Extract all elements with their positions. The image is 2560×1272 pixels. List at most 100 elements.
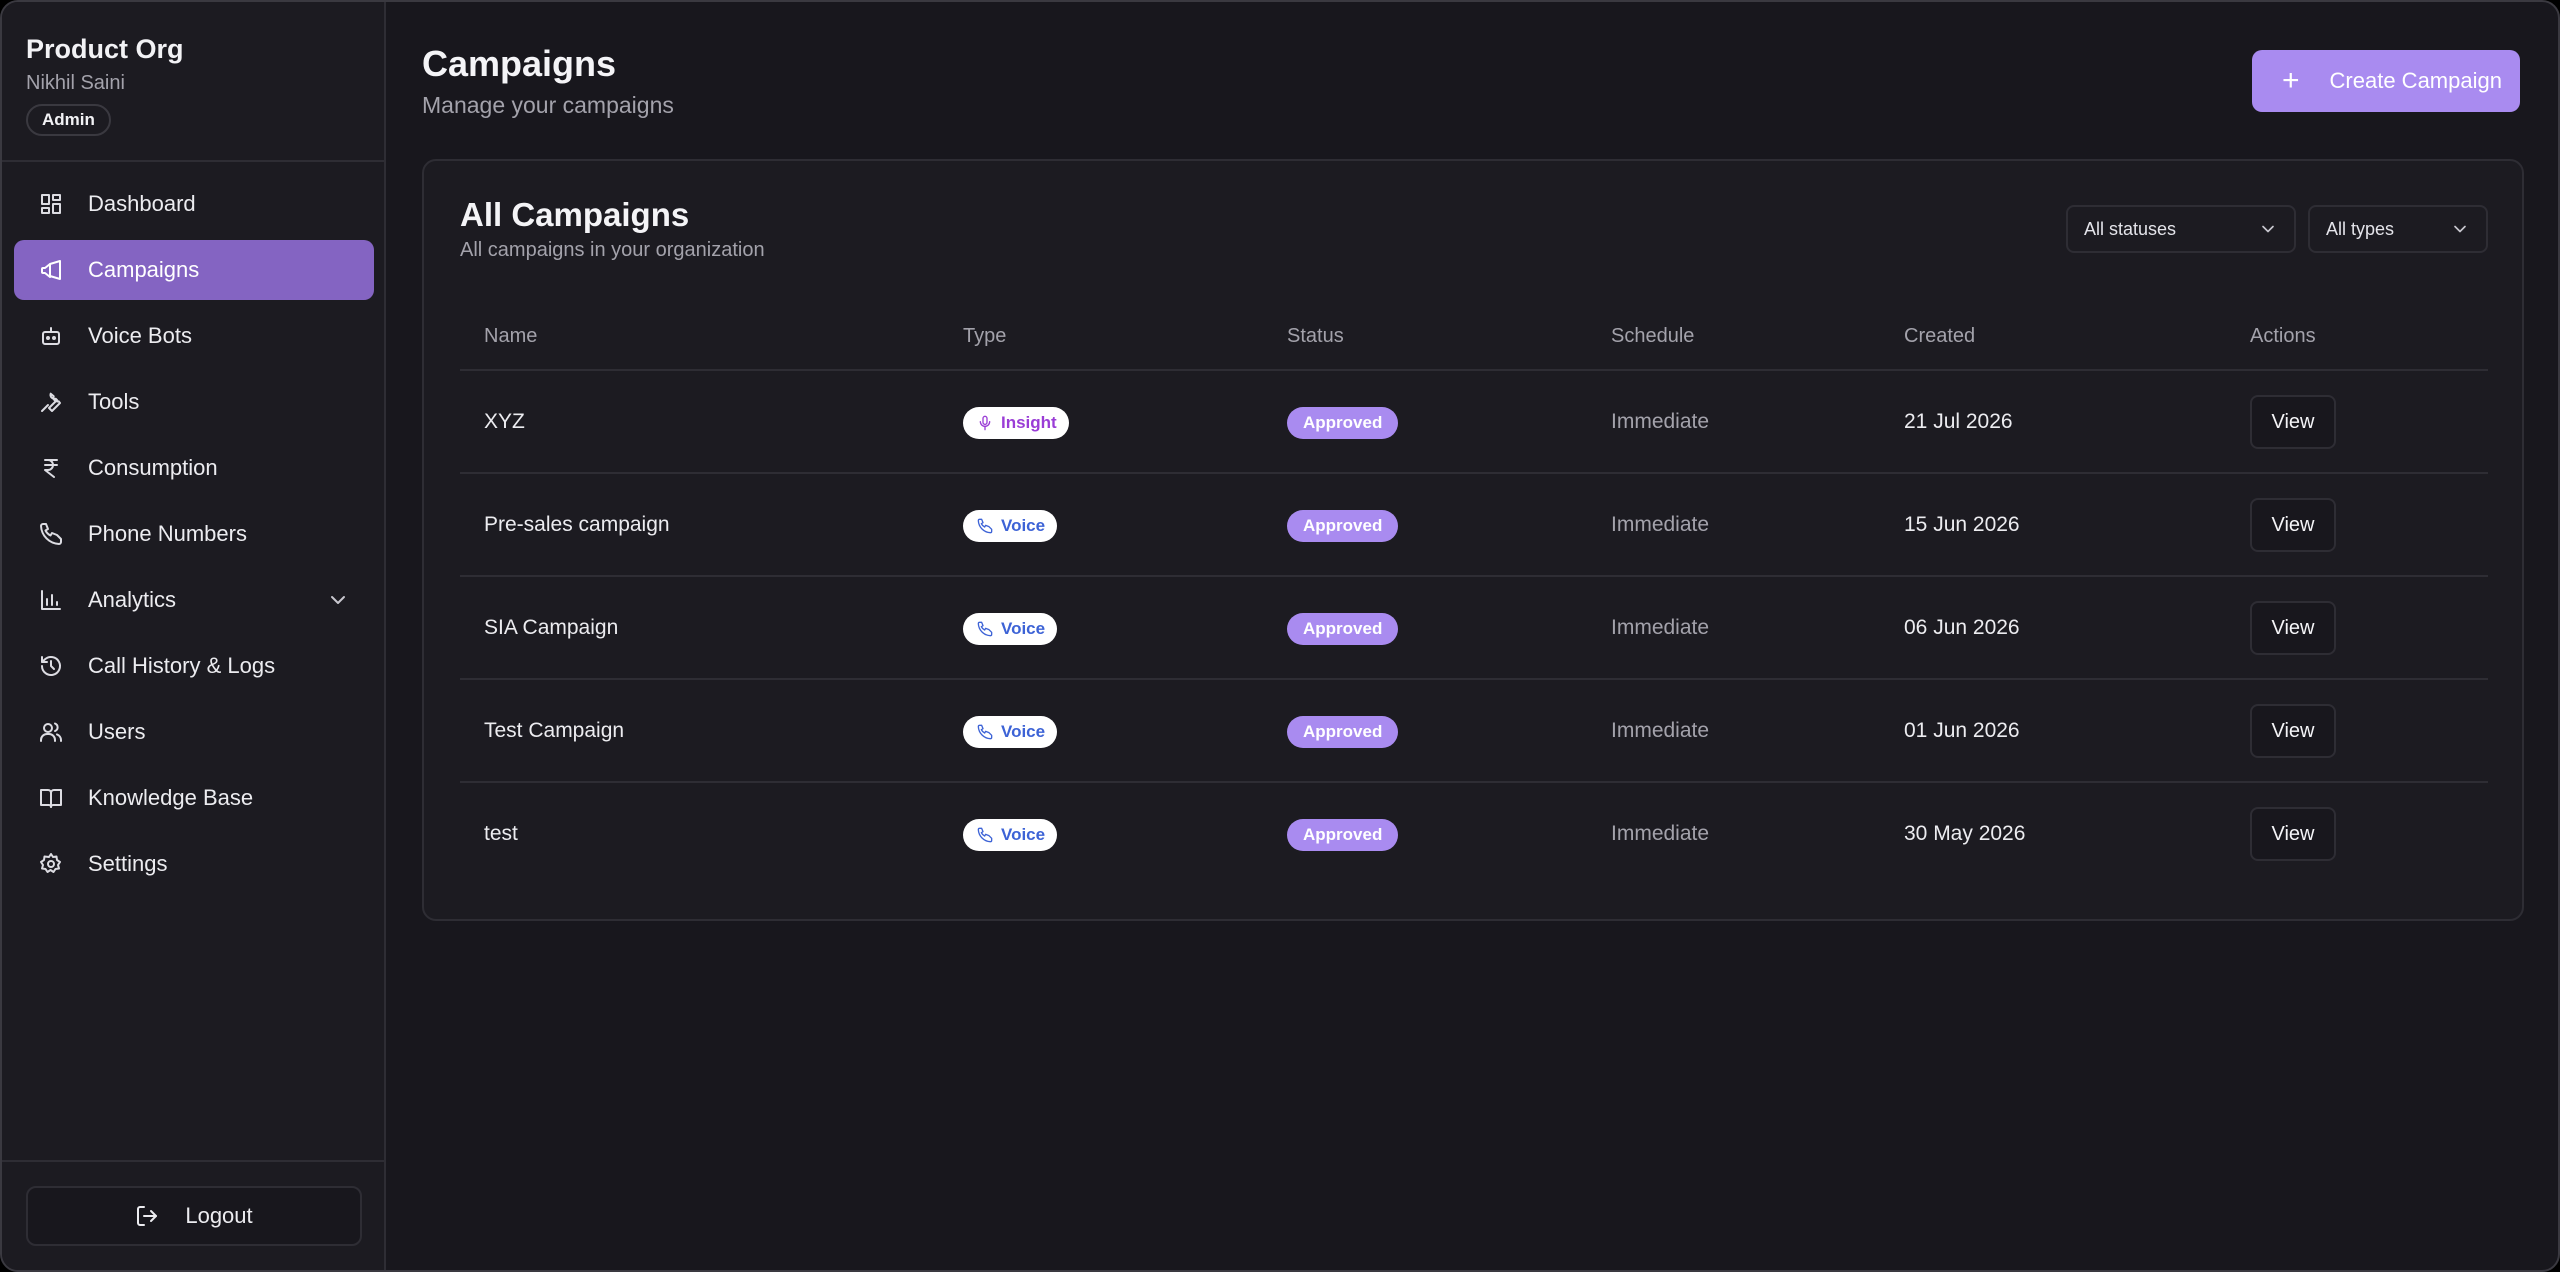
sidebar-footer: Logout	[2, 1160, 384, 1270]
status-badge: Approved	[1287, 407, 1399, 439]
sidebar-item-label: Analytics	[88, 587, 177, 612]
campaign-name: XYZ	[484, 410, 525, 433]
status-filter-value: All statuses	[2084, 218, 2177, 239]
logout-label: Logout	[185, 1203, 253, 1228]
campaign-name: Test Campaign	[484, 719, 625, 742]
chevron-down-icon	[2450, 219, 2470, 239]
type-badge: Voice	[963, 819, 1058, 851]
status-badge: Approved	[1287, 716, 1399, 748]
column-header-actions: Actions	[2250, 325, 2316, 347]
sidebar-item-consumption[interactable]: Consumption	[14, 438, 374, 498]
sidebar-item-label: Dashboard	[88, 191, 196, 216]
main-content: Campaigns Manage your campaigns + Create…	[386, 2, 2558, 1270]
created-date: 01 Jun 2026	[1904, 719, 2020, 742]
plus-icon: +	[2282, 64, 2300, 97]
campaign-name: test	[484, 822, 518, 845]
type-label: Voice	[1001, 722, 1046, 741]
page-title: Campaigns	[422, 43, 617, 84]
table-header: Name Type Status Schedule Created Action…	[460, 301, 2488, 371]
chevron-down-icon[interactable]	[326, 588, 350, 612]
sidebar-item-label: Tools	[88, 389, 140, 414]
type-badge: Voice	[963, 510, 1058, 542]
created-date: 06 Jun 2026	[1904, 616, 2020, 639]
type-badge: Voice	[963, 716, 1058, 748]
column-header-created: Created	[1904, 325, 1976, 347]
sidebar-item-knowledge-base[interactable]: Knowledge Base	[14, 768, 374, 828]
created-date: 15 Jun 2026	[1904, 513, 2020, 536]
view-button[interactable]: View	[2250, 498, 2336, 552]
chevron-down-icon	[2258, 219, 2278, 239]
sidebar-item-voice-bots[interactable]: Voice Bots	[14, 306, 374, 366]
sidebar-item-call-history[interactable]: Call History & Logs	[14, 636, 374, 696]
users-icon	[38, 719, 64, 745]
table-row: SIA Campaign Voice Approved Immediate 06…	[460, 577, 2488, 680]
page-subtitle: Manage your campaigns	[422, 92, 674, 118]
bar-chart-icon	[38, 587, 64, 613]
sidebar-item-label: Phone Numbers	[88, 521, 247, 546]
sidebar-item-label: Settings	[88, 851, 168, 876]
table-row: Test Campaign Voice Approved Immediate 0…	[460, 680, 2488, 783]
phone-icon	[977, 621, 993, 637]
type-badge: Insight	[963, 407, 1069, 439]
history-icon	[38, 653, 64, 679]
column-header-type: Type	[963, 325, 1007, 347]
schedule-value: Immediate	[1611, 513, 1710, 536]
sidebar-item-label: Knowledge Base	[88, 785, 254, 810]
sidebar-item-analytics[interactable]: Analytics	[14, 570, 374, 630]
sidebar-item-phone-numbers[interactable]: Phone Numbers	[14, 504, 374, 564]
campaigns-table: Name Type Status Schedule Created Action…	[460, 301, 2488, 886]
sidebar: Product Org Nikhil Saini Admin Dashboard…	[2, 2, 386, 1270]
phone-icon	[977, 518, 993, 534]
table-row: Pre-sales campaign Voice Approved Immedi…	[460, 474, 2488, 577]
view-button[interactable]: View	[2250, 807, 2336, 861]
sidebar-item-tools[interactable]: Tools	[14, 372, 374, 432]
table-row: test Voice Approved Immediate 30 May 202…	[460, 783, 2488, 886]
user-name: Nikhil Saini	[26, 72, 125, 94]
campaign-name: SIA Campaign	[484, 616, 619, 639]
wrench-icon	[38, 389, 64, 415]
schedule-value: Immediate	[1611, 616, 1710, 639]
bot-icon	[38, 323, 64, 349]
mic-icon	[979, 415, 991, 431]
create-campaign-button[interactable]: + Create Campaign	[2252, 50, 2520, 112]
sidebar-item-settings[interactable]: Settings	[14, 834, 374, 894]
type-label: Voice	[1001, 825, 1046, 844]
view-button[interactable]: View	[2250, 704, 2336, 758]
schedule-value: Immediate	[1611, 822, 1710, 845]
phone-icon	[977, 827, 993, 843]
column-header-status: Status	[1287, 325, 1344, 347]
status-badge: Approved	[1287, 819, 1399, 851]
dashboard-icon	[38, 191, 64, 217]
column-header-schedule: Schedule	[1611, 325, 1695, 347]
logout-button[interactable]: Logout	[26, 1186, 362, 1246]
rupee-icon	[38, 455, 64, 481]
sidebar-item-campaigns[interactable]: Campaigns	[14, 240, 374, 300]
status-badge: Approved	[1287, 510, 1399, 542]
created-date: 30 May 2026	[1904, 822, 2026, 845]
logout-icon	[137, 1206, 158, 1226]
megaphone-icon	[38, 257, 64, 283]
phone-icon	[38, 521, 64, 547]
sidebar-item-users[interactable]: Users	[14, 702, 374, 762]
status-badge: Approved	[1287, 613, 1399, 645]
sidebar-item-label: Campaigns	[88, 257, 200, 282]
sidebar-item-label: Voice Bots	[88, 323, 192, 348]
card-subtitle: All campaigns in your organization	[460, 239, 765, 261]
create-campaign-label: Create Campaign	[2329, 68, 2502, 93]
sidebar-item-dashboard[interactable]: Dashboard	[14, 174, 374, 234]
table-row: XYZ Insight Approved Immediate 21 Jul 20…	[460, 371, 2488, 474]
status-filter-select[interactable]: All statuses	[2066, 205, 2296, 253]
app-window: Product Org Nikhil Saini Admin Dashboard…	[0, 0, 2560, 1272]
type-label: Voice	[1001, 516, 1046, 535]
sidebar-item-label: Users	[88, 719, 146, 744]
schedule-value: Immediate	[1611, 410, 1710, 433]
view-button[interactable]: View	[2250, 395, 2336, 449]
type-badge: Voice	[963, 613, 1058, 645]
column-header-name: Name	[484, 325, 538, 347]
org-name: Product Org	[26, 34, 184, 64]
sidebar-item-label: Call History & Logs	[88, 653, 276, 678]
campaign-name: Pre-sales campaign	[484, 513, 670, 536]
created-date: 21 Jul 2026	[1904, 410, 2013, 433]
type-filter-select[interactable]: All types	[2308, 205, 2488, 253]
view-button[interactable]: View	[2250, 601, 2336, 655]
